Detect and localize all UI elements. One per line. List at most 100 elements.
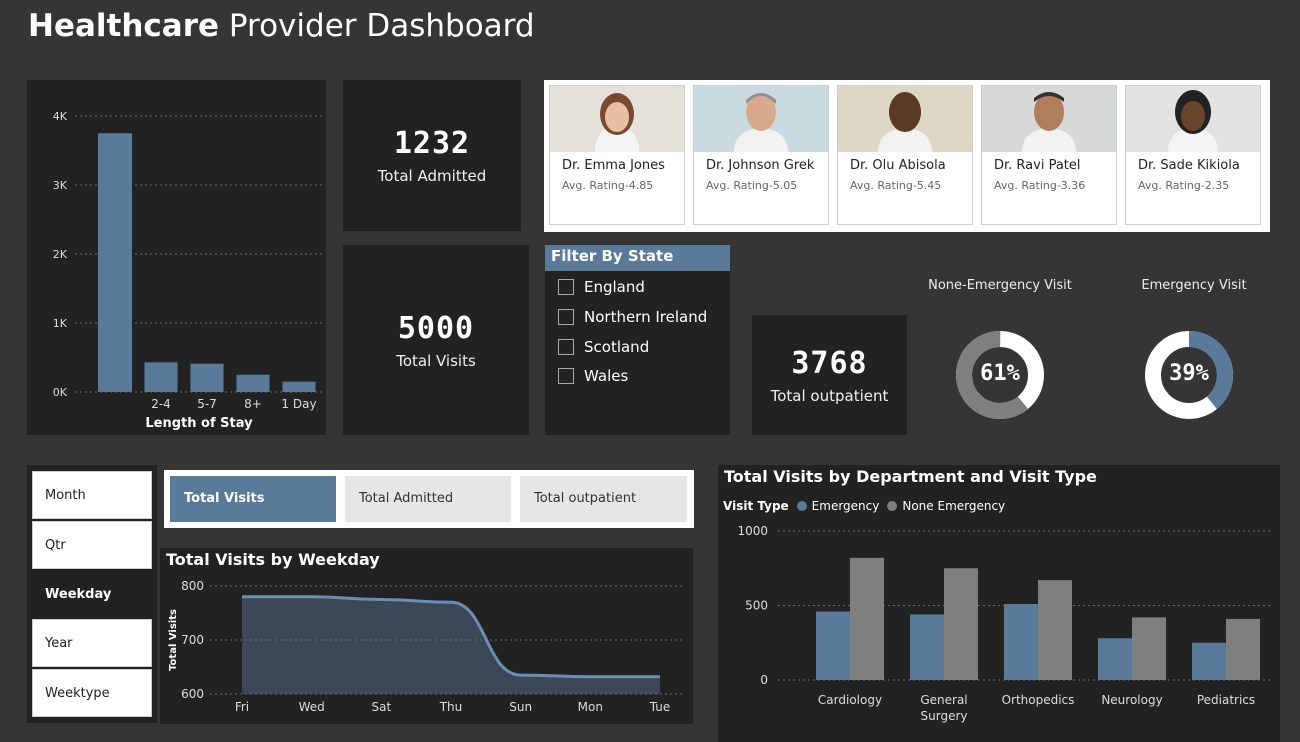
y-tick-label: 700: [181, 633, 204, 647]
bar: [910, 614, 944, 680]
y-tick-label: 600: [181, 687, 204, 701]
x-tick-label: 1 Day: [281, 397, 316, 411]
y-tick-label: 1000: [737, 524, 768, 538]
weekday-chart-panel: Total Visits by Weekday 600 700 800 Fri Wed S…: [160, 548, 693, 724]
tab-total-outpatient[interactable]: Total outpatient: [520, 476, 687, 522]
y-tick-label: 800: [181, 579, 204, 593]
y-tick-label: 2K: [53, 248, 68, 261]
bar: [236, 374, 270, 392]
gauge-title: None-Emergency Visit: [928, 278, 1072, 293]
x-tick-label: Surgery: [921, 709, 968, 723]
bar: [98, 133, 132, 392]
bar: [850, 557, 884, 680]
y-tick-label: 1K: [53, 317, 68, 330]
filter-option-label: Wales: [584, 367, 629, 385]
doctor-photo: [982, 86, 1116, 152]
y-axis-label: Total Visits: [168, 609, 179, 671]
checkbox[interactable]: [558, 339, 574, 355]
state-filter: Filter By State England Northern Ireland…: [545, 245, 730, 435]
period-button-weektype[interactable]: Weektype: [32, 669, 152, 717]
y-tick-label: 4K: [53, 110, 68, 123]
tab-total-admitted[interactable]: Total Admitted: [345, 476, 511, 522]
doctor-name: Dr. Johnson Grek: [706, 158, 815, 173]
x-tick-label: General: [920, 693, 967, 707]
x-tick-label: Mon: [578, 700, 603, 714]
filter-option-wales[interactable]: Wales: [558, 367, 628, 385]
department-chart-panel: Total Visits by Department and Visit Typ…: [718, 465, 1280, 742]
doctor-photo: [550, 86, 684, 152]
doctor-photo: [694, 86, 828, 152]
doctor-card[interactable]: Dr. Johnson Grek Avg. Rating-5.05: [693, 85, 829, 225]
metric-tabs: Total Visits Total Admitted Total outpat…: [164, 470, 694, 528]
y-tick-label: 3K: [53, 179, 68, 192]
filter-option-label: England: [584, 278, 645, 296]
bar: [144, 362, 178, 392]
filter-option-england[interactable]: England: [558, 278, 645, 296]
checkbox[interactable]: [558, 279, 574, 295]
doctor-name: Dr. Ravi Patel: [994, 158, 1081, 173]
bar: [816, 611, 850, 680]
bar: [1098, 638, 1132, 680]
doctor-card[interactable]: Dr. Olu Abisola Avg. Rating-5.45: [837, 85, 973, 225]
bar: [282, 381, 316, 392]
x-tick-label: Sun: [509, 700, 532, 714]
y-tick-label: 0: [760, 673, 768, 687]
period-button-weekday[interactable]: Weekday: [32, 570, 152, 618]
x-tick-label: 2-4: [151, 397, 171, 411]
gauge-value: 39%: [1169, 361, 1209, 386]
x-tick-label: Fri: [235, 700, 249, 714]
doctor-rating: Avg. Rating-5.05: [706, 179, 798, 192]
tab-label: Total Visits: [184, 491, 265, 506]
y-tick-label: 500: [745, 599, 768, 613]
doctor-rating: Avg. Rating-3.36: [994, 179, 1086, 192]
period-label: Month: [45, 488, 86, 503]
doctor-name: Dr. Sade Kikiola: [1138, 158, 1240, 173]
doctor-rating: Avg. Rating-4.85: [562, 179, 654, 192]
bar: [190, 363, 224, 392]
filter-option-scotland[interactable]: Scotland: [558, 338, 649, 356]
x-tick-label: Cardiology: [818, 693, 882, 707]
length-of-stay-panel: 0K 1K 2K 3K 4K 2-4 5-7 8+ 1 Day Length of Stay: [27, 80, 326, 435]
area-fill: [242, 596, 660, 694]
x-tick-label: Neurology: [1101, 693, 1162, 707]
doctor-card[interactable]: Dr. Ravi Patel Avg. Rating-3.36: [981, 85, 1117, 225]
length-of-stay-chart: 0K 1K 2K 3K 4K 2-4 5-7 8+ 1 Day Length of Stay: [53, 110, 322, 431]
bar: [1192, 642, 1226, 680]
period-button-qtr[interactable]: Qtr: [32, 521, 152, 569]
checkbox[interactable]: [558, 368, 574, 384]
filter-option-label: Northern Ireland: [584, 308, 708, 326]
page-title: Healthcare Provider Dashboard: [28, 8, 535, 44]
period-button-month[interactable]: Month: [32, 471, 152, 519]
doctor-name: Dr. Emma Jones: [562, 158, 665, 173]
x-axis-label: Length of Stay: [145, 416, 253, 431]
filter-option-northern-ireland[interactable]: Northern Ireland: [558, 308, 707, 326]
bar: [1004, 604, 1038, 680]
kpi-total-admitted: 1232 Total Admitted: [343, 80, 521, 231]
kpi-total-outpatient: 3768 Total outpatient: [752, 315, 907, 435]
tab-total-visits[interactable]: Total Visits: [170, 476, 336, 522]
bar: [944, 568, 978, 680]
x-tick-label: Thu: [439, 700, 463, 714]
doctor-name: Dr. Olu Abisola: [850, 158, 946, 173]
period-label: Weektype: [45, 686, 110, 701]
doctor-card[interactable]: Dr. Emma Jones Avg. Rating-4.85: [549, 85, 685, 225]
doctor-card[interactable]: Dr. Sade Kikiola Avg. Rating-2.35: [1125, 85, 1261, 225]
x-tick-label: 5-7: [197, 397, 217, 411]
kpi-value: 3768: [791, 345, 868, 381]
gauge-title: Emergency Visit: [1141, 278, 1247, 293]
kpi-value: 5000: [397, 310, 475, 346]
page-title-bold: Healthcare: [28, 8, 220, 44]
period-label: Weekday: [45, 587, 112, 602]
x-tick-label: Pediatrics: [1197, 693, 1255, 707]
period-button-year[interactable]: Year: [32, 619, 152, 667]
bar: [1132, 617, 1166, 680]
kpi-label: Total Admitted: [377, 167, 487, 185]
x-tick-label: Tue: [649, 700, 671, 714]
x-tick-label: Sat: [371, 700, 391, 714]
state-filter-title: Filter By State: [545, 245, 730, 271]
doctor-cards: Dr. Emma Jones Avg. Rating-4.85 Dr. John…: [544, 80, 1270, 232]
period-label: Qtr: [45, 538, 66, 553]
tab-label: Total Admitted: [359, 491, 454, 506]
checkbox[interactable]: [558, 309, 574, 325]
bar: [1038, 580, 1072, 680]
